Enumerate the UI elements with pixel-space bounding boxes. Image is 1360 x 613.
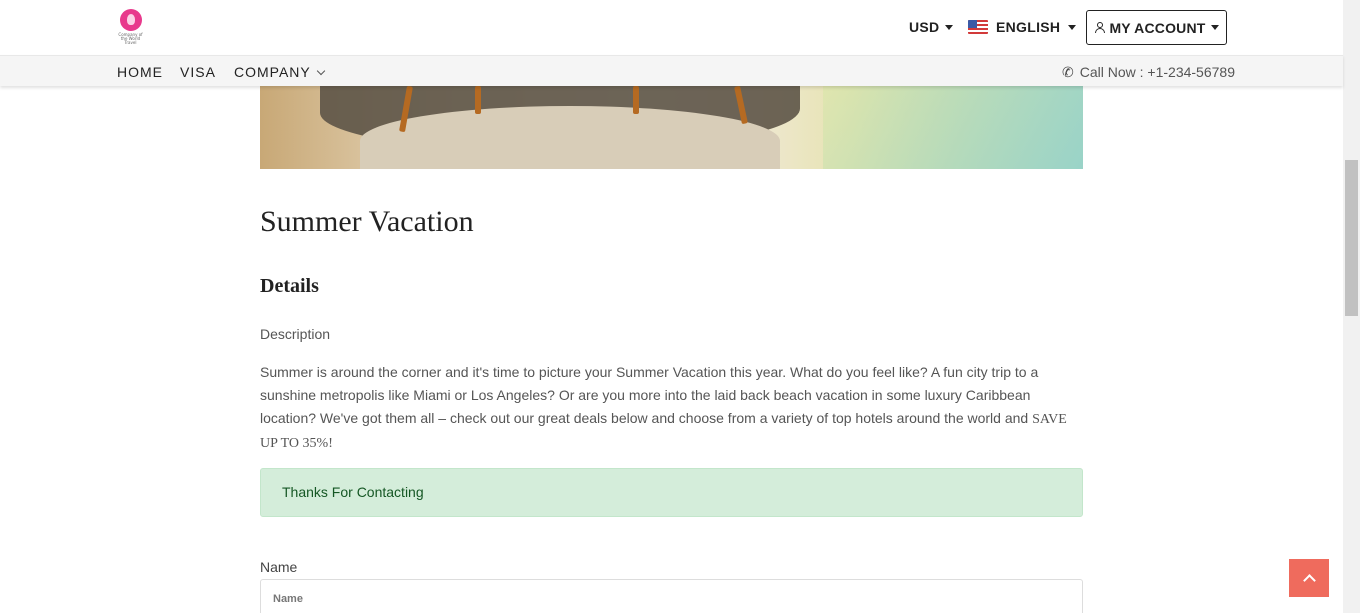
- description-main: Summer is around the corner and it's tim…: [260, 364, 1039, 426]
- currency-label: USD: [909, 19, 940, 35]
- logo-mark: [119, 9, 142, 31]
- logo-tagline: Company of the World Travel: [118, 32, 143, 45]
- nav-item-home[interactable]: HOME: [117, 64, 163, 80]
- main-nav: HOME VISA COMPANY ✆ Call Now : +1-234-56…: [0, 55, 1343, 86]
- caret-down-icon: [945, 24, 954, 30]
- name-input[interactable]: [260, 579, 1083, 613]
- caret-down-icon: [1068, 24, 1077, 30]
- success-alert: Thanks For Contacting: [260, 468, 1083, 517]
- chair-leg: [475, 86, 481, 114]
- phone-icon: ✆: [1062, 64, 1074, 80]
- us-flag-icon: [968, 20, 988, 34]
- description-label: Description: [260, 326, 331, 342]
- nav-item-company[interactable]: COMPANY: [234, 64, 325, 80]
- chair-leg: [633, 86, 639, 114]
- details-heading: Details: [260, 275, 319, 297]
- description-text: Summer is around the corner and it's tim…: [260, 361, 1080, 455]
- language-label: ENGLISH: [996, 19, 1061, 35]
- language-selector[interactable]: ENGLISH: [968, 19, 1077, 35]
- user-icon: [1094, 22, 1105, 33]
- caret-down-icon: [1210, 25, 1219, 30]
- back-to-top-button[interactable]: [1289, 559, 1329, 597]
- hero-sand: [360, 106, 780, 169]
- nav-item-company-label: COMPANY: [234, 64, 311, 80]
- alert-text: Thanks For Contacting: [282, 484, 424, 500]
- nav-item-visa[interactable]: VISA: [180, 64, 216, 80]
- scrollbar-thumb[interactable]: [1345, 160, 1358, 316]
- arrow-up-icon: [1302, 573, 1316, 587]
- name-label: Name: [260, 559, 298, 575]
- currency-selector[interactable]: USD: [909, 19, 954, 35]
- call-now-text: Call Now : +1-234-56789: [1079, 64, 1235, 80]
- hero-water: [823, 86, 1083, 169]
- chevron-down-icon: [316, 66, 325, 75]
- top-header: Company of the World Travel USD ENGLISH …: [0, 0, 1343, 55]
- hero-image: [260, 86, 1083, 169]
- call-now[interactable]: ✆ Call Now : +1-234-56789: [1062, 64, 1235, 80]
- page-title: Summer Vacation: [260, 205, 474, 238]
- account-label: MY ACCOUNT: [1109, 19, 1206, 36]
- my-account-button[interactable]: MY ACCOUNT: [1086, 10, 1227, 45]
- site-logo[interactable]: Company of the World Travel: [118, 9, 143, 45]
